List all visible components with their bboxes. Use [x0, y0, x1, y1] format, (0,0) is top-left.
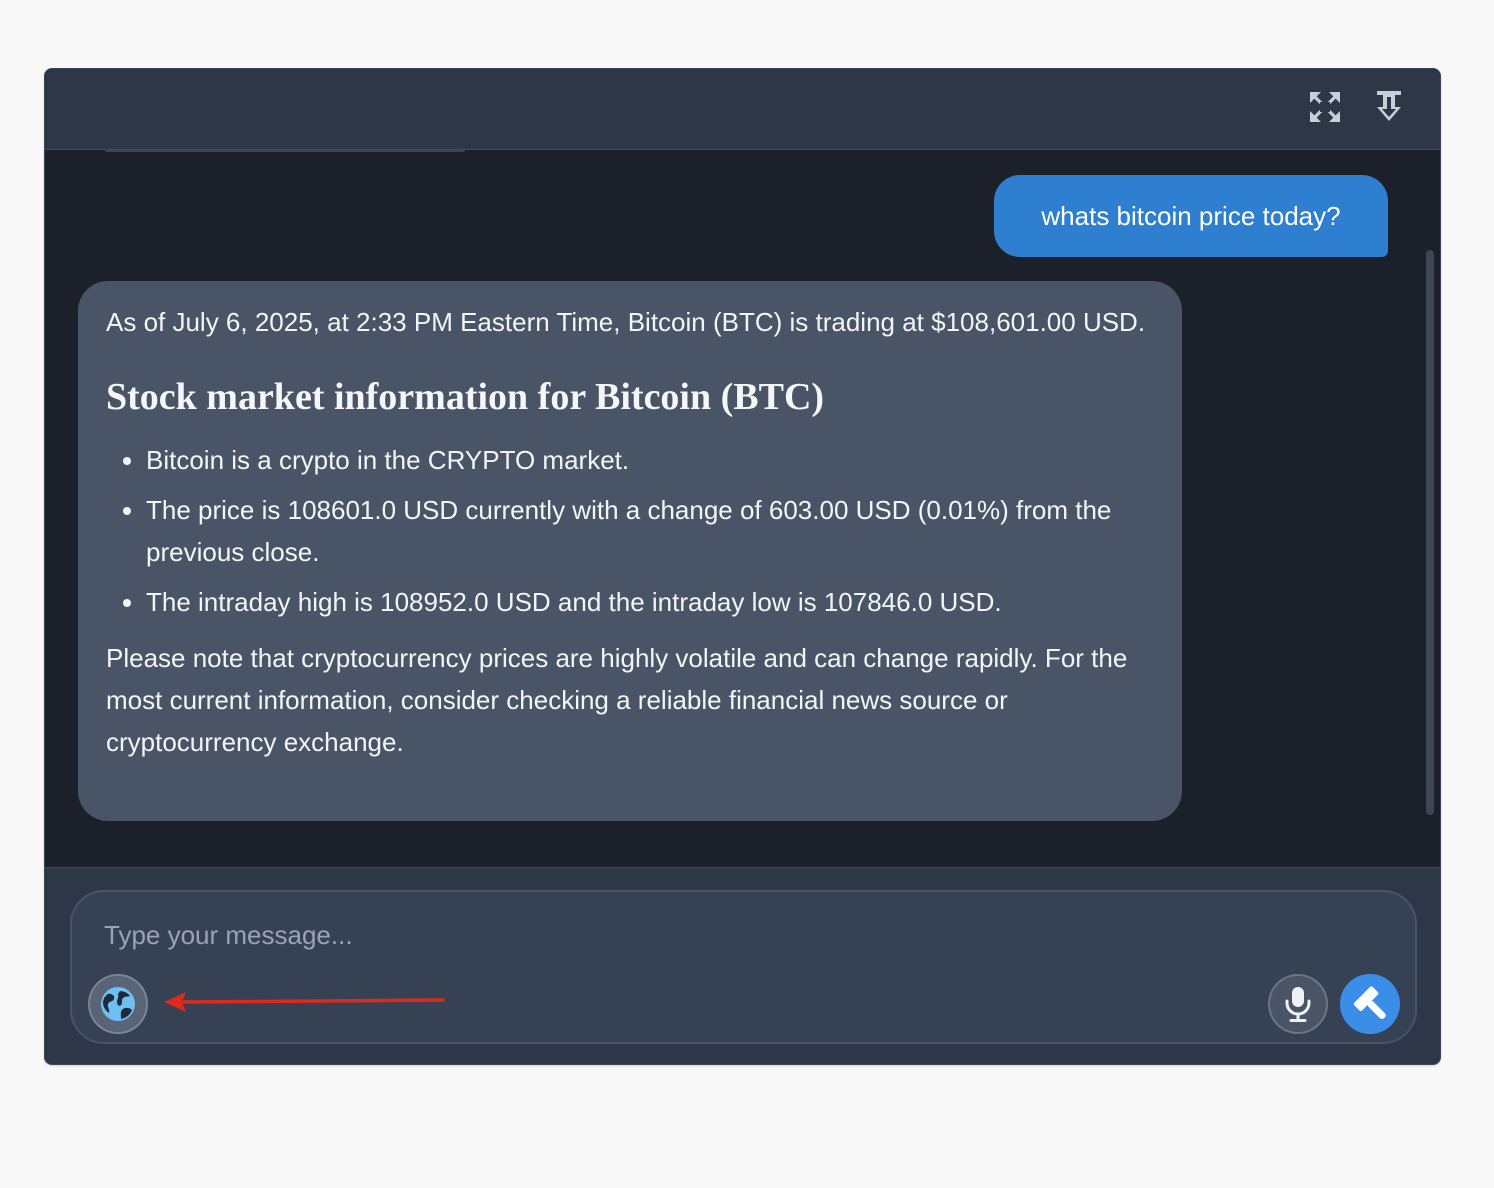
send-button[interactable] [1340, 974, 1400, 1034]
assistant-note: Please note that cryptocurrency prices a… [106, 643, 1128, 757]
chat-header [45, 69, 1440, 150]
scrollbar[interactable] [1426, 250, 1434, 815]
microphone-button[interactable] [1268, 974, 1328, 1034]
list-item: The price is 108601.0 USD currently with… [146, 489, 1154, 573]
user-message: whats bitcoin price today? [994, 175, 1388, 257]
composer [70, 890, 1417, 1044]
assistant-intro: As of July 6, 2025, at 2:33 PM Eastern T… [106, 307, 1146, 337]
assistant-heading: Stock market information for Bitcoin (BT… [106, 376, 825, 418]
previous-message-edge [105, 150, 465, 152]
message-input[interactable] [102, 912, 1306, 958]
expand-button[interactable] [1305, 87, 1345, 127]
microphone-icon [1285, 987, 1311, 1022]
chat-window: whats bitcoin price today? As of July 6,… [44, 68, 1441, 1065]
message-list[interactable]: whats bitcoin price today? As of July 6,… [45, 150, 1440, 867]
assistant-bullet-list: Bitcoin is a crypto in the CRYPTO market… [106, 439, 1154, 623]
assistant-message: As of July 6, 2025, at 2:33 PM Eastern T… [78, 281, 1182, 821]
pin-button[interactable] [1369, 87, 1409, 127]
pin-down-icon [1377, 91, 1401, 121]
hammer-icon [1353, 986, 1386, 1020]
list-item: Bitcoin is a crypto in the CRYPTO market… [146, 439, 1154, 481]
composer-area [45, 867, 1440, 1064]
expand-arrows-icon [1310, 92, 1340, 122]
web-search-button[interactable] [88, 974, 148, 1034]
list-item: The intraday high is 108952.0 USD and th… [146, 581, 1154, 623]
globe-icon [101, 987, 135, 1021]
